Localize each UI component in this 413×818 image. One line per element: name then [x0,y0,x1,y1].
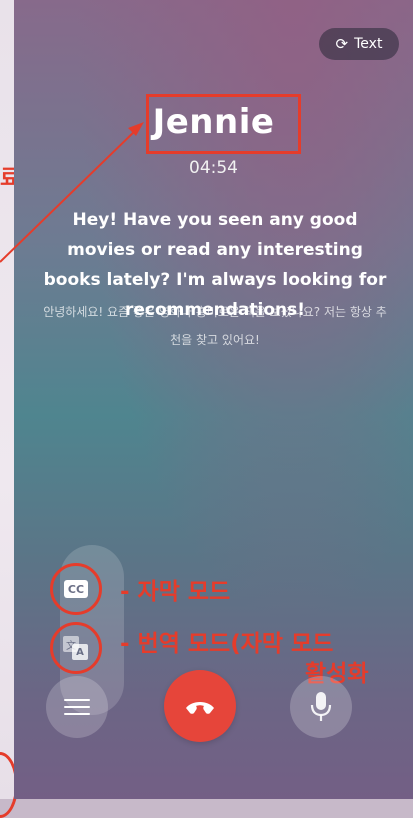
background-page-strip [0,0,14,799]
translate-icon-target: A [72,644,88,660]
text-mode-button[interactable]: ⟳ Text [319,28,399,60]
caller-name-highlight-box [146,94,301,154]
microphone-icon [310,692,332,721]
annotation-translate-label: - 번역 모드(자막 모드 [120,631,334,657]
end-call-button[interactable] [164,670,236,742]
subtitle-mode-button[interactable]: CC [50,563,102,615]
refresh-icon: ⟳ [335,34,349,53]
menu-icon [64,699,90,701]
microphone-button[interactable] [290,676,352,738]
caption-translation: 안녕하세요! 요즘 좋은 영화나 흥미로운 책을 보셨나요? 저는 항상 추천을… [43,305,387,347]
menu-icon-line [64,706,90,708]
phone-hangup-icon [186,702,214,714]
translate-icon: 文 A [63,636,89,660]
text-mode-label: Text [354,36,383,52]
closed-caption-icon: CC [64,580,88,598]
menu-button[interactable] [46,676,108,738]
translation-mode-button[interactable]: 文 A [50,622,102,674]
annotation-cc-label: - 자막 모드 [120,579,231,605]
menu-icon-line [64,713,90,715]
call-timer: 04:54 [189,158,238,178]
